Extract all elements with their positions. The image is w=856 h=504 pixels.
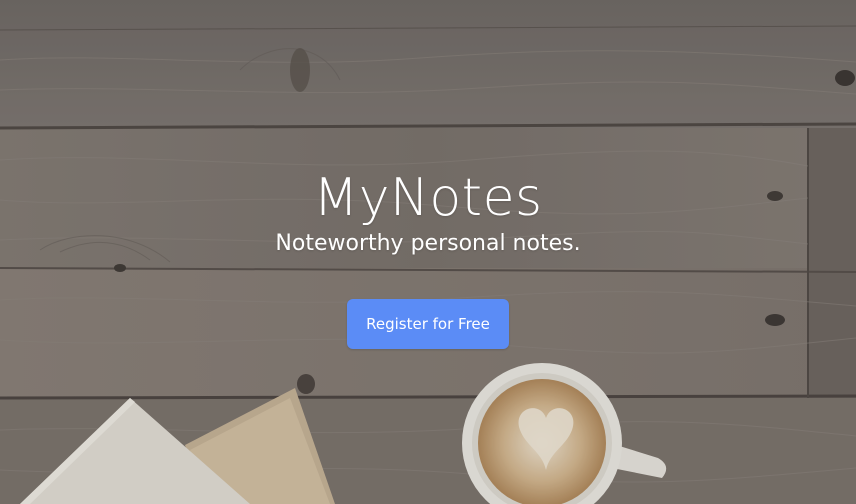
hero-section: MyNotes Noteworthy personal notes. Regis… (0, 0, 856, 504)
hero-content: MyNotes Noteworthy personal notes. (0, 168, 856, 258)
app-tagline: Noteworthy personal notes. (275, 231, 581, 256)
app-title: MyNotes (313, 168, 543, 228)
register-button[interactable]: Register for Free (347, 299, 509, 349)
